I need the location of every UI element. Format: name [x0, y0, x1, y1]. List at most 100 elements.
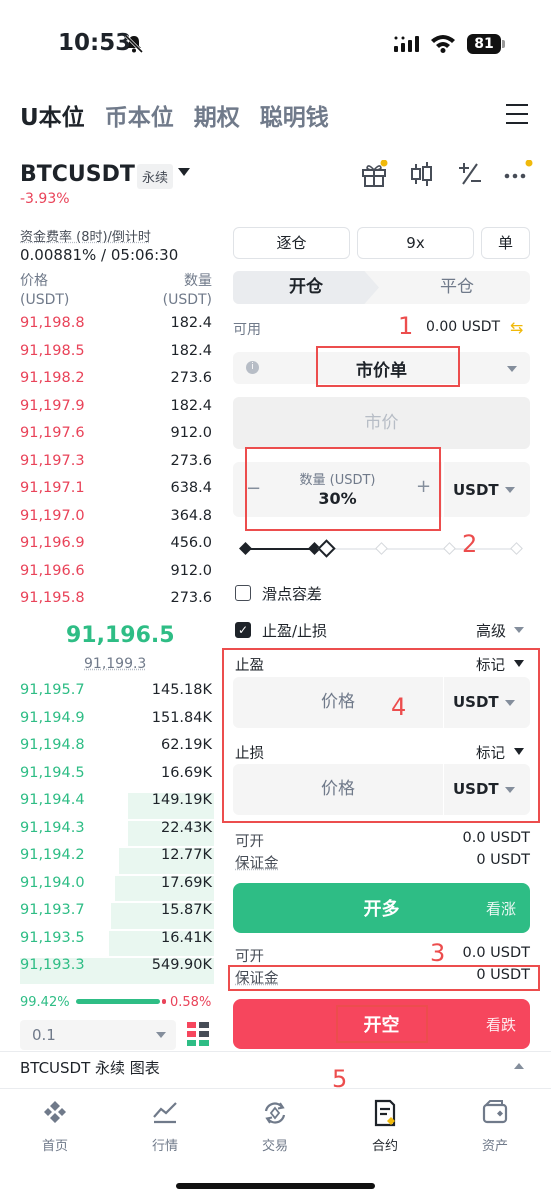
slippage-label: 滑点容差	[262, 585, 323, 603]
slider-handle[interactable]	[317, 539, 336, 558]
bid-row[interactable]: 91,194.9 151.84K	[0, 710, 214, 738]
bid-row[interactable]: 91,193.7 15.87K	[0, 902, 214, 930]
advanced-toggle[interactable]: 高级	[476, 620, 506, 641]
buy-ratio: 99.42%	[20, 995, 70, 1010]
sell-ratio-bar	[162, 999, 166, 1004]
ask-quantity: 456.0	[170, 535, 212, 551]
nav-markets-label: 行情	[151, 1139, 178, 1154]
nav-markets[interactable]: 行情	[110, 1099, 220, 1154]
depth-precision-select[interactable]: 0.1	[20, 1020, 176, 1050]
ask-row[interactable]: 91,198.8 182.4	[0, 315, 214, 343]
battery-level: 81	[467, 34, 501, 54]
buy-ratio-bar	[76, 999, 160, 1004]
ask-quantity: 912.0	[170, 425, 212, 441]
bullish-label: 看涨	[485, 900, 516, 918]
annotation-box-order-type	[316, 346, 460, 387]
ask-row[interactable]: 91,197.9 182.4	[0, 398, 214, 426]
bid-quantity: 151.84K	[151, 709, 212, 726]
ask-row[interactable]: 91,198.5 182.4	[0, 343, 214, 371]
chevron-down-icon	[514, 627, 524, 633]
price-change: -3.93%	[20, 191, 70, 207]
quantity-unit-select[interactable]: USDT	[444, 462, 530, 517]
chevron-up-icon[interactable]	[514, 1063, 524, 1069]
tpsl-checkbox[interactable]: ✓	[235, 622, 251, 638]
ask-quantity: 273.6	[170, 590, 212, 606]
slider-mark-0[interactable]	[239, 542, 252, 555]
tpsl-label: 止盈/止损	[262, 622, 328, 640]
bell-off-icon	[124, 34, 144, 54]
ask-quantity: 182.4	[170, 315, 212, 331]
annotation-number-2: 2	[462, 530, 478, 558]
nav-assets-label: 资产	[481, 1139, 508, 1154]
bid-quantity: 15.87K	[160, 902, 212, 918]
last-price[interactable]: 91,196.5	[66, 623, 175, 648]
nav-trade[interactable]: 交易	[220, 1099, 330, 1154]
slider-mark-50[interactable]	[375, 542, 388, 555]
ask-quantity: 364.8	[170, 507, 212, 524]
chart-bar-label: BTCUSDT 永续 图表	[20, 1059, 160, 1077]
ask-row[interactable]: 91,196.9 456.0	[0, 535, 214, 563]
slider-mark-75[interactable]	[443, 542, 456, 555]
bid-row[interactable]: 91,194.5 16.69K	[0, 765, 214, 793]
bid-price: 91,194.2	[20, 847, 85, 863]
ask-row[interactable]: 91,197.6 912.0	[0, 425, 214, 453]
home-indicator[interactable]	[176, 1183, 375, 1189]
bid-row[interactable]: 91,194.4 149.19K	[0, 792, 214, 820]
bid-row[interactable]: 91,195.7 145.18K	[0, 682, 214, 710]
annotation-number-1: 1	[398, 312, 414, 340]
bid-quantity: 16.69K	[160, 764, 212, 781]
bid-row[interactable]: 91,194.2 12.77K	[0, 847, 214, 875]
symbol-name[interactable]: BTCUSDT	[20, 162, 135, 187]
leverage-button[interactable]: 9x	[357, 227, 474, 259]
nav-assets[interactable]: 资产	[440, 1099, 550, 1154]
ask-row[interactable]: 91,197.1 638.4	[0, 480, 214, 508]
slider-track	[327, 548, 517, 550]
bid-quantity: 17.69K	[160, 874, 212, 891]
annotation-number-3: 3	[430, 939, 446, 967]
position-mode-button[interactable]: 单	[481, 227, 530, 259]
bid-row[interactable]: 91,194.8 62.19K	[0, 737, 214, 765]
tab-close-position[interactable]: 平仓	[384, 271, 530, 304]
gift-icon[interactable]	[360, 160, 388, 188]
slippage-checkbox[interactable]	[235, 585, 251, 601]
bid-row[interactable]: 91,193.5 16.41K	[0, 930, 214, 958]
bid-row[interactable]: 91,194.0 17.69K	[0, 875, 214, 903]
slider-mark-100[interactable]	[510, 542, 523, 555]
tab-smart-money[interactable]: 聪明钱	[260, 98, 329, 132]
ask-row[interactable]: 91,198.2 273.6	[0, 370, 214, 398]
bid-row[interactable]: 91,193.3 549.90K	[0, 957, 214, 985]
book-layout-icon[interactable]	[187, 1022, 209, 1046]
tab-coin-m[interactable]: 币本位	[105, 98, 174, 132]
markets-icon	[153, 1102, 177, 1124]
transfer-icon[interactable]: ⇆	[510, 318, 523, 337]
nav-futures-label: 合约	[371, 1139, 398, 1154]
futures-icon	[374, 1099, 396, 1127]
ask-price: 91,197.9	[20, 397, 85, 414]
symbol-dropdown-icon[interactable]	[178, 168, 190, 176]
ask-row[interactable]: 91,195.8 273.6	[0, 590, 214, 618]
open-long-button[interactable]: 开多 看涨	[233, 883, 530, 933]
ask-row[interactable]: 91,197.0 364.8	[0, 508, 214, 536]
top-tabs: U本位 币本位 期权 聪明钱	[20, 98, 329, 132]
ask-quantity: 273.6	[170, 370, 212, 386]
more-icon[interactable]	[503, 160, 533, 188]
long-openable-label: 可开	[235, 834, 264, 850]
mark-price[interactable]: 91,199.3	[84, 656, 146, 672]
margin-mode-button[interactable]: 逐仓	[233, 227, 350, 259]
chevron-down-icon	[507, 366, 517, 372]
nav-futures[interactable]: 合约	[330, 1099, 440, 1154]
tab-usdt-m[interactable]: U本位	[20, 98, 85, 132]
tab-options[interactable]: 期权	[194, 98, 240, 132]
funding-rate-label[interactable]: 资金费率 (8时)/倒计时	[20, 226, 151, 245]
bid-row[interactable]: 91,194.3 22.43K	[0, 820, 214, 848]
ask-row[interactable]: 91,196.6 912.0	[0, 563, 214, 591]
bid-price: 91,194.0	[20, 874, 85, 891]
calculator-icon[interactable]	[457, 160, 483, 188]
ask-quantity: 273.6	[170, 452, 212, 469]
battery-tip	[502, 40, 505, 48]
candlestick-icon[interactable]	[410, 160, 434, 188]
nav-home[interactable]: 首页	[0, 1099, 110, 1154]
ask-row[interactable]: 91,197.3 273.6	[0, 453, 214, 481]
menu-icon[interactable]	[506, 104, 528, 131]
tab-open-position[interactable]: 开仓	[233, 271, 379, 304]
